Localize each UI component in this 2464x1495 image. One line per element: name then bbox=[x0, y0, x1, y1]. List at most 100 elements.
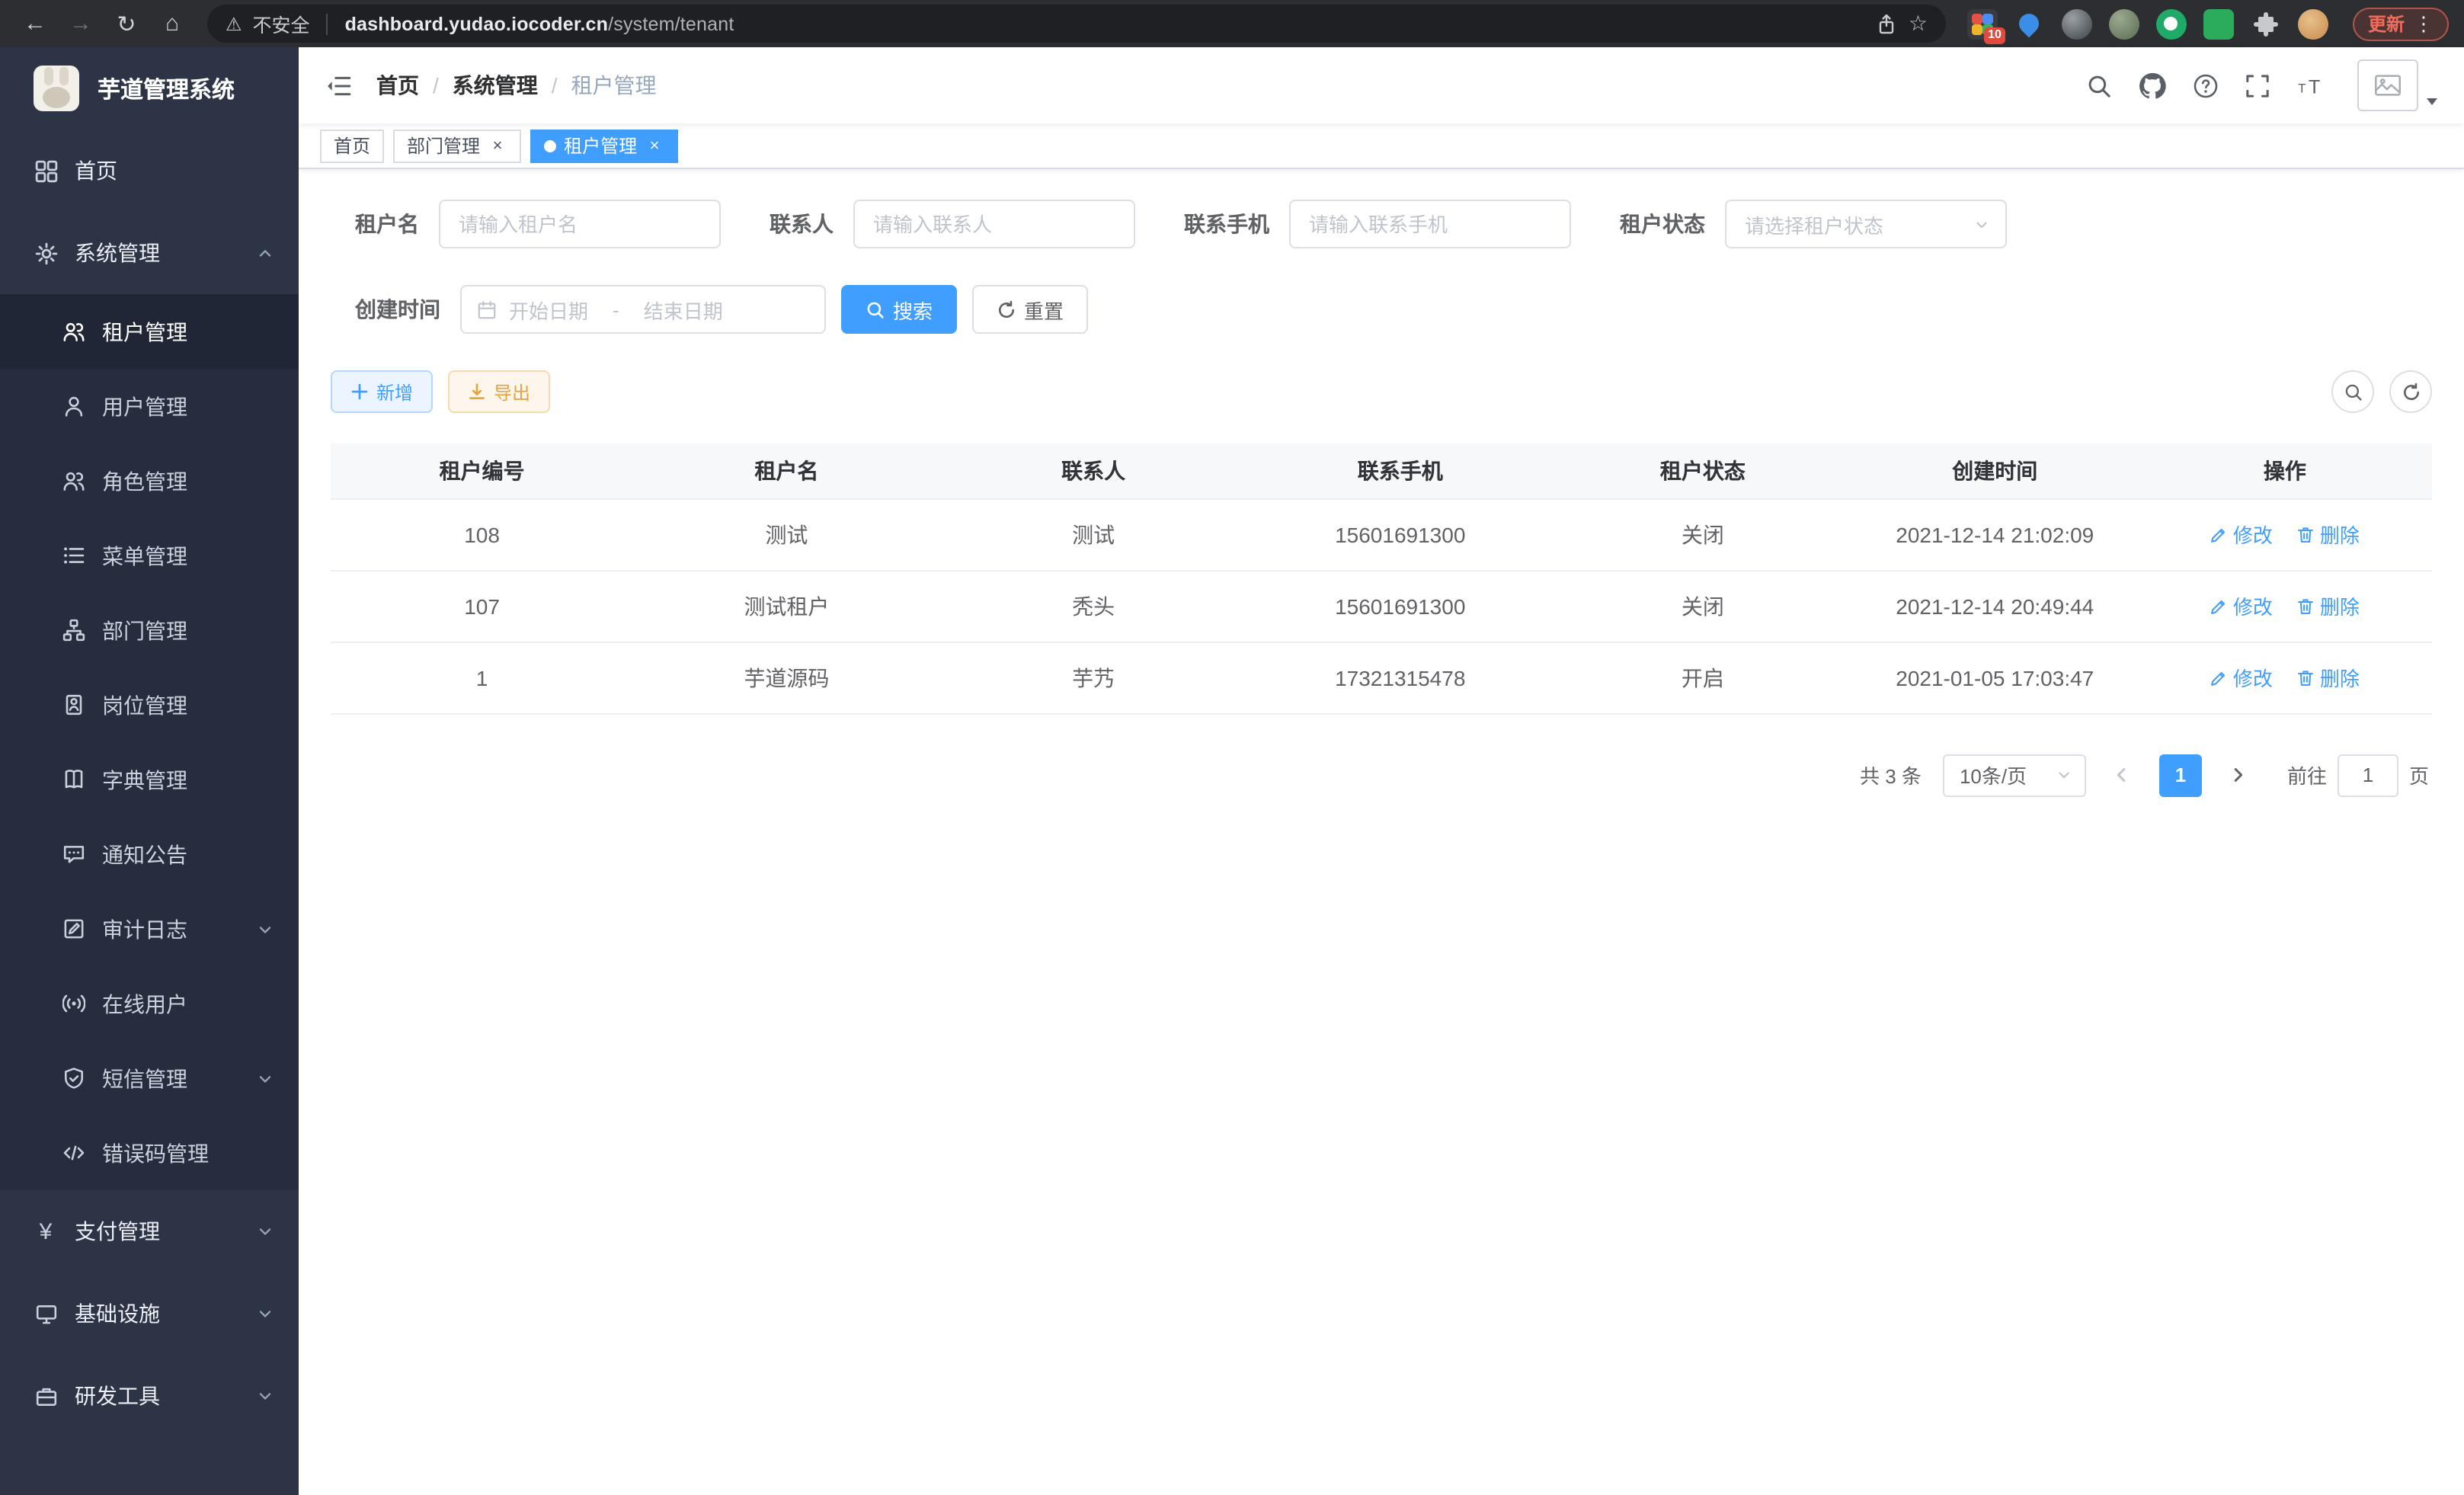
delete-button[interactable]: 删除 bbox=[2297, 663, 2360, 692]
sidebar-item-sms[interactable]: 短信管理 bbox=[0, 1041, 299, 1116]
column-actions: 操作 bbox=[2138, 443, 2432, 498]
chevron-down-icon bbox=[256, 920, 274, 938]
sidebar-item-notice[interactable]: 通知公告 bbox=[0, 817, 299, 892]
sidebar-item-infrastructure[interactable]: 基础设施 bbox=[0, 1273, 299, 1355]
create-time-label: 创建时间 bbox=[355, 294, 440, 325]
breadcrumb-home[interactable]: 首页 bbox=[376, 70, 419, 101]
column-created: 创建时间 bbox=[1852, 443, 2138, 498]
cell-tenant-id: 108 bbox=[331, 498, 633, 570]
browser-chrome: ← → ↻ ⌂ ⚠ 不安全 dashboard.yudao.iocoder.cn… bbox=[0, 0, 2464, 47]
tab-tenant[interactable]: 租户管理 × bbox=[530, 129, 678, 162]
search-button[interactable]: 搜索 bbox=[841, 285, 957, 334]
phone-input[interactable] bbox=[1289, 200, 1571, 248]
delete-button[interactable]: 删除 bbox=[2297, 520, 2360, 549]
cell-contact: 秃头 bbox=[940, 570, 1247, 642]
sidebar-item-label: 首页 bbox=[75, 155, 117, 186]
sidebar-item-errorcode[interactable]: 错误码管理 bbox=[0, 1116, 299, 1190]
chevron-up-icon bbox=[256, 244, 274, 262]
cell-tenant-id: 1 bbox=[331, 642, 633, 713]
extension-sphere-icon[interactable] bbox=[2062, 8, 2092, 39]
app-logo[interactable]: 芋道管理系统 bbox=[0, 47, 299, 130]
browser-profile-avatar[interactable] bbox=[2298, 8, 2328, 39]
url-bar[interactable]: ⚠ 不安全 dashboard.yudao.iocoder.cn/system/… bbox=[207, 5, 1946, 43]
sidebar-item-online-users[interactable]: 在线用户 bbox=[0, 966, 299, 1041]
security-warning-icon[interactable]: ⚠ bbox=[226, 13, 242, 34]
share-icon[interactable] bbox=[1877, 13, 1898, 34]
github-icon[interactable] bbox=[2138, 71, 2167, 100]
edit-button[interactable]: 修改 bbox=[2210, 591, 2273, 620]
edit-button[interactable]: 修改 bbox=[2210, 663, 2273, 692]
browser-update-button[interactable]: 更新 ⋮ bbox=[2353, 7, 2449, 40]
sidebar-item-tenant[interactable]: 租户管理 bbox=[0, 294, 299, 369]
table-refresh-button[interactable] bbox=[2389, 370, 2432, 413]
prev-page-button[interactable] bbox=[2101, 754, 2144, 796]
tab-label: 首页 bbox=[334, 133, 370, 158]
gear-icon bbox=[34, 242, 58, 264]
browser-forward-icon[interactable]: → bbox=[61, 4, 101, 43]
sidebar-item-home[interactable]: 首页 bbox=[0, 130, 299, 212]
date-end-placeholder: 结束日期 bbox=[644, 295, 723, 324]
user-menu[interactable] bbox=[2357, 59, 2440, 111]
tenants-icon bbox=[61, 320, 85, 343]
org-tree-icon bbox=[61, 619, 85, 642]
sidebar-item-post[interactable]: 岗位管理 bbox=[0, 667, 299, 742]
screen: ← → ↻ ⌂ ⚠ 不安全 dashboard.yudao.iocoder.cn… bbox=[0, 0, 2464, 1495]
sidebar-item-auditlog[interactable]: 审计日志 bbox=[0, 892, 299, 966]
tab-home[interactable]: 首页 bbox=[320, 129, 384, 162]
pagination-total: 共 3 条 bbox=[1860, 760, 1922, 789]
sidebar-item-menu[interactable]: 菜单管理 bbox=[0, 518, 299, 593]
font-size-icon[interactable]: TT bbox=[2296, 72, 2325, 98]
table-search-toggle-button[interactable] bbox=[2331, 370, 2374, 413]
browser-reload-icon[interactable]: ↻ bbox=[107, 4, 146, 43]
page-number-1[interactable]: 1 bbox=[2159, 754, 2202, 796]
contact-input[interactable] bbox=[853, 200, 1135, 248]
page-size-select[interactable]: 10条/页 bbox=[1943, 754, 2086, 796]
sidebar-item-role[interactable]: 角色管理 bbox=[0, 443, 299, 518]
close-icon[interactable]: × bbox=[488, 136, 507, 155]
add-button[interactable]: 新增 bbox=[331, 370, 433, 413]
sidebar-item-dept[interactable]: 部门管理 bbox=[0, 593, 299, 667]
tab-dept[interactable]: 部门管理 × bbox=[393, 129, 521, 162]
browser-home-icon[interactable]: ⌂ bbox=[152, 4, 192, 43]
tab-label: 租户管理 bbox=[564, 133, 637, 158]
sidebar-fold-icon[interactable] bbox=[326, 72, 352, 98]
export-button[interactable]: 导出 bbox=[448, 370, 550, 413]
header-search-icon[interactable] bbox=[2086, 72, 2112, 98]
fullscreen-icon[interactable] bbox=[2245, 72, 2270, 98]
browser-menu-dots-icon[interactable]: ⋮ bbox=[2414, 11, 2434, 36]
cell-tenant-name: 芋道源码 bbox=[633, 642, 940, 713]
url-domain: dashboard.yudao.iocoder.cn bbox=[345, 13, 609, 34]
extension-drop-icon[interactable] bbox=[2014, 8, 2045, 39]
extensions-puzzle-icon[interactable] bbox=[2251, 8, 2281, 39]
delete-button[interactable]: 删除 bbox=[2297, 591, 2360, 620]
sidebar-item-dict[interactable]: 字典管理 bbox=[0, 742, 299, 817]
edit-button[interactable]: 修改 bbox=[2210, 520, 2273, 549]
close-icon[interactable]: × bbox=[645, 136, 664, 155]
extension-grid-icon[interactable]: 10 bbox=[1967, 8, 1998, 39]
reset-button[interactable]: 重置 bbox=[972, 285, 1088, 334]
goto-page-input[interactable] bbox=[2338, 754, 2398, 796]
date-range-picker[interactable]: 开始日期 - 结束日期 bbox=[460, 285, 826, 334]
extension-green-square-icon[interactable] bbox=[2203, 8, 2234, 39]
extension-green-circle-icon[interactable] bbox=[2156, 8, 2187, 39]
page-url[interactable]: dashboard.yudao.iocoder.cn/system/tenant bbox=[345, 13, 734, 34]
sidebar-item-payment[interactable]: ¥ 支付管理 bbox=[0, 1190, 299, 1273]
sidebar-item-label: 菜单管理 bbox=[102, 540, 187, 571]
next-page-button[interactable] bbox=[2217, 754, 2260, 796]
extension-olive-icon[interactable] bbox=[2109, 8, 2139, 39]
roles-icon bbox=[61, 469, 85, 492]
bookmark-star-icon[interactable]: ☆ bbox=[1909, 11, 1928, 37]
chevron-down-icon bbox=[256, 1222, 274, 1240]
browser-back-icon[interactable]: ← bbox=[15, 4, 55, 43]
security-label[interactable]: 不安全 bbox=[253, 9, 310, 38]
dictionary-book-icon bbox=[61, 768, 85, 791]
tenant-name-input[interactable] bbox=[439, 200, 721, 248]
sidebar-item-devtools[interactable]: 研发工具 bbox=[0, 1355, 299, 1437]
sidebar-item-system[interactable]: 系统管理 bbox=[0, 212, 299, 294]
status-select[interactable]: 请选择租户状态 bbox=[1725, 200, 2007, 248]
sidebar-item-user[interactable]: 用户管理 bbox=[0, 369, 299, 443]
breadcrumb-system[interactable]: 系统管理 bbox=[453, 70, 538, 101]
cell-actions: 修改删除 bbox=[2138, 570, 2432, 642]
help-icon[interactable] bbox=[2193, 72, 2219, 98]
update-label: 更新 bbox=[2368, 11, 2405, 37]
